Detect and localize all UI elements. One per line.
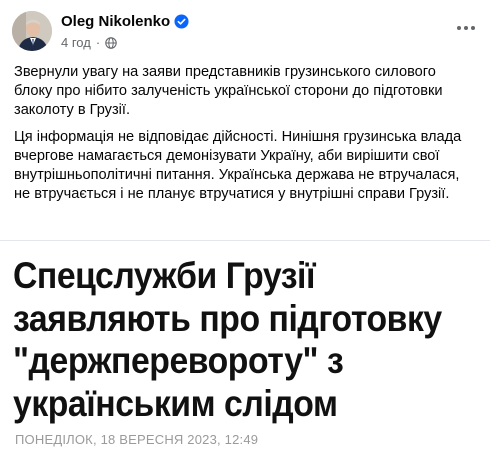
verified-badge-icon: [174, 14, 189, 29]
headline-line-4: українським слідом: [13, 381, 338, 424]
post-body: Звернули увагу на заяви представників гр…: [14, 63, 476, 212]
divider: [0, 240, 490, 241]
headline-line-2: заявляють про підготовку: [13, 296, 442, 339]
avatar-image: [12, 11, 52, 51]
globe-icon[interactable]: [105, 36, 117, 49]
more-options-icon[interactable]: [452, 16, 480, 40]
post-paragraph-2: Ця інформація не відповідає дійсності. Н…: [14, 129, 462, 202]
headline-line-1: Спецслужби Грузії: [13, 254, 316, 296]
article-headline[interactable]: Спецслужби Грузії заявляють про підготов…: [13, 254, 442, 424]
author-name[interactable]: Oleg Nikolenko: [61, 13, 170, 30]
author-avatar[interactable]: [12, 11, 52, 51]
post-timestamp[interactable]: 4 год: [61, 35, 91, 50]
post-paragraph-1: Звернули увагу на заяви представників гр…: [14, 64, 443, 118]
headline-line-3: "держперевороту" з: [13, 339, 344, 381]
meta-separator: ·: [95, 35, 101, 50]
post-meta: 4 год ·: [61, 35, 117, 50]
author-name-row: Oleg Nikolenko: [61, 13, 189, 30]
article-dateline: ПОНЕДІЛОК, 18 ВЕРЕСНЯ 2023, 12:49: [15, 432, 259, 447]
facebook-post: Oleg Nikolenko 4 год · Звернули увагу на…: [0, 0, 490, 245]
